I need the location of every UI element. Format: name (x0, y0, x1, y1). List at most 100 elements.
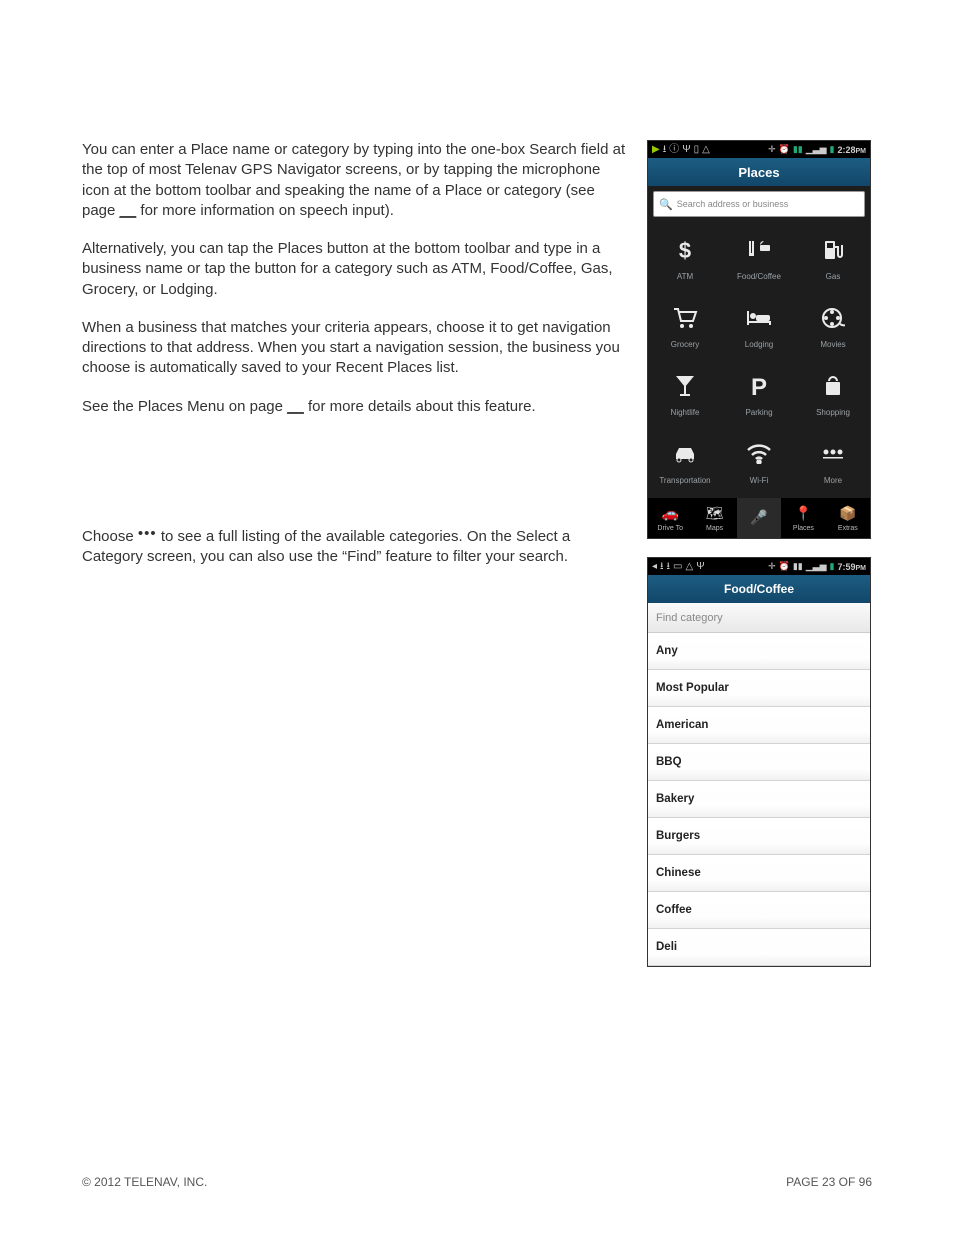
text: for more information on speech input). (136, 202, 394, 219)
list-item[interactable]: BBQ (648, 744, 870, 781)
nav-label: Drive To (657, 525, 683, 532)
screenshot-places: ▶ ⭳ ⓘ Ψ ▯ △ ✛ ⏰ ▮▮ ▁▃▅ ▮ 2:28PM Places (647, 140, 871, 539)
category-food-coffee[interactable]: Food/Coffee (722, 226, 796, 288)
bed-icon (745, 302, 773, 334)
more-icon: ••• (138, 527, 157, 547)
list-item[interactable]: Chinese (648, 855, 870, 892)
status-bar: ◂ ⭳ ⭳ ▭ △ Ψ ✛ ⏰ ▮▮ ▁▃▅ ▮ 7:59PM (648, 558, 870, 575)
status-icons-right: ✛ ⏰ ▮▮ ▁▃▅ ▮ 7:59PM (768, 561, 866, 572)
status-icons-left: ◂ ⭳ ⭳ ▭ △ Ψ (652, 562, 705, 572)
text: for more details about this feature. (304, 398, 536, 415)
paragraph-2: Alternatively, you can tap the Places bu… (82, 239, 629, 300)
list-item[interactable]: Burgers (648, 818, 870, 855)
nav-drive-to[interactable]: 🚗 Drive To (648, 498, 692, 538)
alarm-icon: ⏰ (779, 561, 790, 572)
battery-icon: ▮ (830, 144, 835, 155)
svg-text:P: P (751, 374, 767, 399)
text: Choose (82, 528, 138, 545)
category-label: More (824, 476, 842, 485)
usb-icon: Ψ (696, 562, 704, 572)
svg-text:$: $ (679, 238, 691, 263)
list-item[interactable]: Bakery (648, 781, 870, 818)
category-atm[interactable]: $ ATM (648, 226, 722, 288)
page-blank: __ (120, 202, 137, 219)
signal-icon: ▁▃▅ (806, 561, 827, 572)
parking-icon: P (749, 370, 769, 402)
category-movies[interactable]: Movies (796, 294, 870, 356)
pin-icon: 📍 (795, 505, 812, 523)
category-label: Grocery (671, 340, 699, 349)
download-icon: ⭳ (663, 145, 667, 155)
footer-copyright: © 2012 TELENAV, INC. (82, 1175, 207, 1189)
alarm-icon: ⏰ (779, 144, 790, 155)
status-time: 7:59PM (837, 562, 866, 572)
battery-icon: ▮ (830, 561, 835, 572)
car-icon (672, 438, 698, 470)
nav-label: Extras (838, 525, 858, 532)
nav-label: Maps (706, 525, 723, 532)
nav-extras[interactable]: 📦 Extras (826, 498, 870, 538)
search-input[interactable]: 🔍 Search address or business (653, 191, 865, 217)
back-icon: ◂ (652, 562, 657, 572)
category-label: ATM (677, 272, 693, 281)
box-icon: 📦 (839, 505, 856, 523)
category-more[interactable]: More (796, 430, 870, 492)
find-placeholder: Find category (656, 612, 723, 624)
nav-places[interactable]: 📍 Places (781, 498, 825, 538)
paragraph-4: See the Places Menu on page __ for more … (82, 397, 629, 417)
category-shopping[interactable]: Shopping (796, 362, 870, 424)
category-parking[interactable]: P Parking (722, 362, 796, 424)
list-item[interactable]: American (648, 707, 870, 744)
category-grid: $ ATM Food/Coffee Gas Grocery Lodg (648, 222, 870, 498)
category-gas[interactable]: Gas (796, 226, 870, 288)
status-icons-left: ▶ ⭳ ⓘ Ψ ▯ △ (652, 145, 710, 155)
network-icon: ▮▮ (793, 144, 803, 155)
warning-icon: △ (685, 562, 693, 572)
screenshot-food-coffee: ◂ ⭳ ⭳ ▭ △ Ψ ✛ ⏰ ▮▮ ▁▃▅ ▮ 7:59PM Food/Cof… (647, 557, 871, 967)
warning-icon: △ (702, 145, 710, 155)
category-grocery[interactable]: Grocery (648, 294, 722, 356)
cocktail-icon (674, 370, 696, 402)
list-item[interactable]: Any (648, 633, 870, 670)
list-item[interactable]: Coffee (648, 892, 870, 929)
find-input[interactable]: Find category (648, 603, 870, 633)
list-item[interactable]: Deli (648, 929, 870, 966)
download-icon: ⭳ (667, 562, 671, 572)
wifi-icon (746, 438, 772, 470)
status-bar: ▶ ⭳ ⓘ Ψ ▯ △ ✛ ⏰ ▮▮ ▁▃▅ ▮ 2:28PM (648, 141, 870, 158)
sd-icon: ▯ (694, 145, 700, 155)
bottom-toolbar: 🚗 Drive To 🗺 Maps 🎤 📍 Places 📦 E (648, 498, 870, 538)
car-icon: 🚗 (661, 505, 678, 523)
category-wifi[interactable]: Wi-Fi (722, 430, 796, 492)
dollar-icon: $ (675, 234, 695, 266)
category-label: Movies (820, 340, 845, 349)
category-label: Gas (826, 272, 841, 281)
network-icon: ▮▮ (793, 561, 803, 572)
more-icon (821, 438, 845, 470)
text: See the Places Menu on page (82, 398, 287, 415)
category-label: Shopping (816, 408, 850, 417)
gps-icon: ✛ (768, 144, 776, 155)
search-icon: 🔍 (659, 198, 673, 211)
microphone-icon: 🎤 (750, 508, 767, 526)
status-icons-right: ✛ ⏰ ▮▮ ▁▃▅ ▮ 2:28PM (768, 144, 866, 155)
nav-mic[interactable]: 🎤 (737, 498, 781, 538)
search-placeholder: Search address or business (677, 199, 789, 209)
category-nightlife[interactable]: Nightlife (648, 362, 722, 424)
nav-maps[interactable]: 🗺 Maps (692, 498, 736, 538)
picture-icon: ▭ (673, 562, 682, 572)
reel-icon (821, 302, 845, 334)
screen-title: Food/Coffee (648, 575, 870, 603)
paragraph-1: You can enter a Place name or category b… (82, 140, 629, 221)
list-item[interactable]: Most Popular (648, 670, 870, 707)
status-time: 2:28PM (837, 145, 866, 155)
category-lodging[interactable]: Lodging (722, 294, 796, 356)
download-icon: ⭳ (660, 562, 664, 572)
usb-icon: Ψ (682, 145, 690, 155)
category-label: Lodging (745, 340, 773, 349)
category-list: Any Most Popular American BBQ Bakery Bur… (648, 633, 870, 966)
paragraph-3: When a business that matches your criter… (82, 318, 629, 379)
footer-page: PAGE 23 OF 96 (786, 1175, 872, 1189)
category-transportation[interactable]: Transportation (648, 430, 722, 492)
page-blank: __ (287, 398, 304, 415)
